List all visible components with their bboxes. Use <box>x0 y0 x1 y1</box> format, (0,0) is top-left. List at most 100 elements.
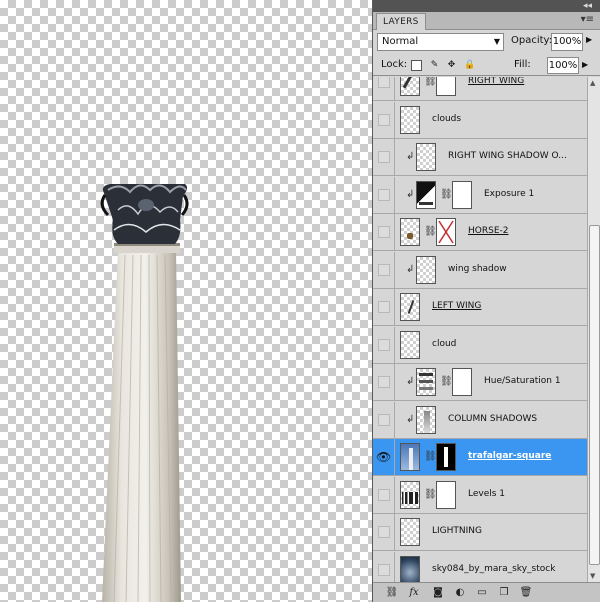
visibility-box[interactable] <box>378 226 390 238</box>
visibility-box[interactable] <box>378 526 390 538</box>
trash-icon[interactable]: 🗑 <box>519 586 533 599</box>
visibility-toggle[interactable] <box>373 514 395 550</box>
layer-row[interactable]: cloud <box>373 326 587 364</box>
new-layer-icon[interactable]: ❐ <box>497 586 511 599</box>
layer-thumbnail[interactable] <box>416 405 436 434</box>
scroll-up-icon[interactable]: ▲ <box>590 79 595 87</box>
layer-mask-thumbnail[interactable] <box>436 77 456 96</box>
layer-thumbnail[interactable] <box>400 293 420 321</box>
layer-name[interactable]: RIGHT WING <box>468 77 524 86</box>
lock-image-pixels-icon[interactable]: ✎ <box>429 60 440 71</box>
visibility-box[interactable] <box>378 376 390 388</box>
add-mask-icon[interactable]: ◙ <box>431 586 445 599</box>
layer-row[interactable]: ↲ COLUMN SHADOWS <box>373 401 587 439</box>
visibility-box[interactable] <box>378 151 390 163</box>
fill-slider-arrow-icon[interactable]: ▶ <box>582 60 588 69</box>
layer-row[interactable]: ⛓ Levels 1 <box>373 476 587 514</box>
visibility-box[interactable] <box>378 338 390 351</box>
lock-transparent-pixels-icon[interactable] <box>411 60 422 71</box>
layer-thumbnail[interactable] <box>400 555 420 582</box>
layer-name[interactable]: Levels 1 <box>468 489 505 499</box>
layer-name[interactable]: clouds <box>432 114 461 124</box>
tab-layers[interactable]: LAYERS <box>376 13 426 30</box>
panel-title-bar[interactable]: ◂◂ <box>373 0 600 12</box>
layer-name[interactable]: trafalgar-square <box>468 451 551 461</box>
visibility-toggle[interactable] <box>373 551 395 582</box>
visibility-toggle[interactable] <box>373 476 395 513</box>
layer-row[interactable]: ⛓ HORSE-2 <box>373 214 587 251</box>
visibility-toggle[interactable] <box>373 289 395 325</box>
layer-name[interactable]: Hue/Saturation 1 <box>484 376 561 386</box>
opacity-slider-arrow-icon[interactable]: ▶ <box>586 35 592 44</box>
layer-row[interactable]: sky084_by_mara_sky_stock <box>373 551 587 582</box>
layer-name[interactable]: RIGHT WING SHADOW O... <box>448 151 567 161</box>
visibility-box[interactable] <box>378 488 390 501</box>
lock-position-icon[interactable]: ✥ <box>446 60 457 71</box>
layer-mask-thumbnail[interactable] <box>436 443 456 471</box>
layer-list-scrollbar[interactable]: ▲ ▼ <box>587 77 600 582</box>
visibility-toggle[interactable] <box>373 101 395 138</box>
panel-menu-icon[interactable]: ▾≡ <box>581 14 594 25</box>
lock-all-icon[interactable]: 🔒 <box>464 60 475 71</box>
layer-thumbnail[interactable] <box>416 180 436 209</box>
layer-thumbnail[interactable] <box>400 218 420 246</box>
mask-link-icon[interactable]: ⛓ <box>424 226 437 237</box>
visibility-toggle[interactable] <box>373 251 395 288</box>
layer-thumbnail[interactable] <box>400 443 420 471</box>
layer-mask-thumbnail[interactable] <box>452 180 472 209</box>
layer-mask-thumbnail[interactable] <box>436 218 456 246</box>
layer-thumbnail[interactable] <box>400 105 420 134</box>
visibility-toggle[interactable]: 👁 <box>373 439 395 475</box>
visibility-box[interactable] <box>378 188 390 201</box>
link-layers-icon[interactable]: ⛓ <box>385 586 399 599</box>
layer-name[interactable]: COLUMN SHADOWS <box>448 414 537 424</box>
mask-link-icon[interactable]: ⛓ <box>424 451 437 462</box>
layer-row[interactable]: ↲ ⛓ Exposure 1 <box>373 176 587 214</box>
double-chevron-icon[interactable]: ◂◂ <box>583 0 592 12</box>
mask-link-icon[interactable]: ⛓ <box>440 189 453 200</box>
visibility-toggle[interactable] <box>373 176 395 213</box>
layer-name[interactable]: LEFT WING <box>432 301 481 311</box>
layer-name[interactable]: cloud <box>432 339 456 349</box>
visibility-box[interactable] <box>378 113 390 126</box>
layer-name[interactable]: sky084_by_mara_sky_stock <box>432 564 555 574</box>
layer-name[interactable]: Exposure 1 <box>484 189 534 199</box>
layer-thumbnail[interactable] <box>416 368 436 396</box>
eye-icon[interactable]: 👁 <box>376 450 391 464</box>
layer-mask-thumbnail[interactable] <box>436 480 456 509</box>
visibility-toggle[interactable] <box>373 139 395 175</box>
adjustment-layer-icon[interactable]: ◐ <box>453 586 467 599</box>
scrollbar-thumb[interactable] <box>589 225 600 565</box>
group-folder-icon[interactable]: ▭ <box>475 586 489 599</box>
visibility-toggle[interactable] <box>373 364 395 400</box>
layer-row[interactable]: ↲ wing shadow <box>373 251 587 289</box>
layer-thumbnail[interactable] <box>400 330 420 359</box>
visibility-box[interactable] <box>378 413 390 426</box>
layer-name[interactable]: wing shadow <box>448 264 507 274</box>
visibility-box[interactable] <box>378 77 390 88</box>
blend-mode-select[interactable]: Normal ▼ <box>377 33 504 51</box>
layer-row[interactable]: 👁 ⛓ trafalgar-square <box>373 439 587 476</box>
layer-thumbnail[interactable] <box>416 143 436 171</box>
layer-row[interactable]: clouds <box>373 101 587 139</box>
mask-link-icon[interactable]: ⛓ <box>440 376 453 387</box>
layer-thumbnail[interactable] <box>400 77 420 96</box>
opacity-input[interactable]: 100% <box>551 33 583 51</box>
layer-row[interactable]: ⛓ RIGHT WING <box>373 77 587 101</box>
mask-link-icon[interactable]: ⛓ <box>424 489 437 500</box>
layer-thumbnail[interactable] <box>400 480 420 509</box>
visibility-toggle[interactable] <box>373 326 395 363</box>
visibility-box[interactable] <box>378 301 390 313</box>
fill-input[interactable]: 100% <box>547 57 579 74</box>
visibility-toggle[interactable] <box>373 77 395 100</box>
visibility-toggle[interactable] <box>373 214 395 250</box>
layer-row[interactable]: LIGHTNING <box>373 514 587 551</box>
visibility-box[interactable] <box>378 263 390 276</box>
scroll-down-icon[interactable]: ▼ <box>590 572 595 580</box>
visibility-toggle[interactable] <box>373 401 395 438</box>
layer-row[interactable]: LEFT WING <box>373 289 587 326</box>
layer-name[interactable]: HORSE-2 <box>468 226 508 236</box>
layer-row[interactable]: ↲ ⛓ Hue/Saturation 1 <box>373 364 587 401</box>
layer-mask-thumbnail[interactable] <box>452 368 472 396</box>
layer-thumbnail[interactable] <box>400 518 420 546</box>
